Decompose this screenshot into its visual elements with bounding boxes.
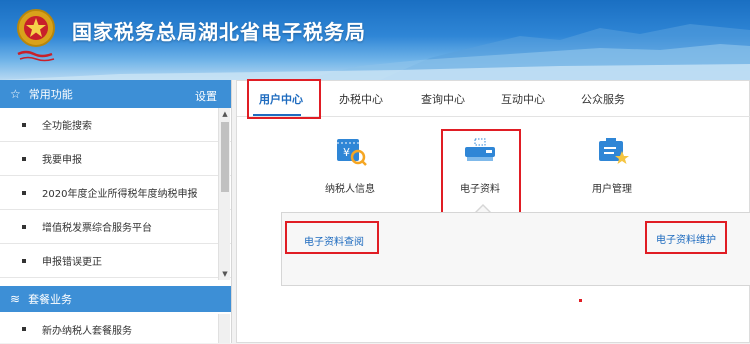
red-dot-marker [579, 299, 582, 302]
highlight-box-data-query [285, 221, 379, 254]
bullet-icon [22, 156, 26, 161]
bullet-icon [22, 258, 26, 263]
feature-label: 用户管理 [592, 184, 632, 195]
feature-taxpayer-info[interactable]: ¥ 纳税人信息 [305, 133, 395, 195]
sidebar-item-declare[interactable]: 我要申报 [0, 142, 231, 176]
scroll-up-icon[interactable]: ▲ [219, 108, 231, 120]
sidebar-item-label: 我要申报 [42, 155, 82, 166]
sidebar-item-label: 新办纳税人套餐服务 [42, 325, 132, 337]
package-scrollbar[interactable] [218, 314, 230, 343]
user-management-icon [599, 138, 629, 164]
sidebar: ☆ 常用功能 设置 全功能搜索 我要申报 2020年度企业所得税年度纳税申报 增… [0, 80, 232, 343]
common-functions-list: 全功能搜索 我要申报 2020年度企业所得税年度纳税申报 增值税发票综合服务平台… [0, 108, 231, 282]
sidebar-scrollbar[interactable]: ▲ ▼ [218, 108, 230, 280]
tab-query-center[interactable]: 查询中心 [421, 91, 465, 107]
highlight-box-user-center [247, 79, 321, 119]
star-icon: ☆ [10, 87, 21, 101]
sidebar-item-label: 增值税发票综合服务平台 [42, 223, 152, 234]
scroll-down-icon[interactable]: ▼ [219, 268, 231, 280]
scrollbar-thumb[interactable] [221, 122, 229, 192]
sidebar-item-annual-tax-declaration[interactable]: 2020年度企业所得税年度纳税申报 [0, 176, 231, 210]
layers-icon: ≋ [10, 292, 21, 306]
bullet-icon [22, 122, 26, 127]
highlight-box-data-maintain [645, 221, 727, 254]
sidebar-item-declaration-correction[interactable]: 申报错误更正 [0, 244, 231, 278]
settings-link[interactable]: 设置 [195, 88, 217, 104]
sidebar-item-full-search[interactable]: 全功能搜索 [0, 108, 231, 142]
tax-emblem-icon [17, 9, 55, 62]
tab-public-service[interactable]: 公众服务 [581, 91, 625, 107]
site-header: 国家税务总局湖北省电子税务局 [0, 0, 750, 80]
sidebar-item-label: 申报错误更正 [42, 257, 102, 268]
highlight-box-electronic-data [441, 129, 521, 215]
taxpayer-info-icon: ¥ [337, 139, 367, 166]
feature-label: 纳税人信息 [325, 184, 375, 195]
bullet-icon [22, 190, 26, 195]
svg-text:¥: ¥ [343, 146, 350, 159]
common-functions-header: ☆ 常用功能 设置 [0, 80, 231, 108]
sidebar-item-label: 全功能搜索 [42, 121, 92, 132]
feature-user-management[interactable]: 用户管理 [567, 133, 657, 195]
main-panel: 用户中心 办税中心 查询中心 互动中心 公众服务 ¥ 纳税人信息 电子资料 用户… [236, 79, 750, 343]
package-business-title: 套餐业务 [28, 293, 73, 306]
tab-tax-center[interactable]: 办税中心 [339, 91, 383, 107]
sidebar-item-label: 2020年度企业所得税年度纳税申报 [42, 189, 198, 200]
sidebar-item-vat-invoice-platform[interactable]: 增值税发票综合服务平台 [0, 210, 231, 244]
package-business-header: ≋ 套餐业务 [0, 286, 231, 312]
sidebar-item-new-taxpayer-package[interactable]: 新办纳税人套餐服务 [0, 314, 218, 344]
common-functions-title: 常用功能 [28, 88, 73, 101]
tab-interaction-center[interactable]: 互动中心 [501, 91, 545, 107]
bullet-icon [22, 327, 26, 331]
bullet-icon [22, 224, 26, 229]
site-title: 国家税务总局湖北省电子税务局 [72, 20, 366, 44]
